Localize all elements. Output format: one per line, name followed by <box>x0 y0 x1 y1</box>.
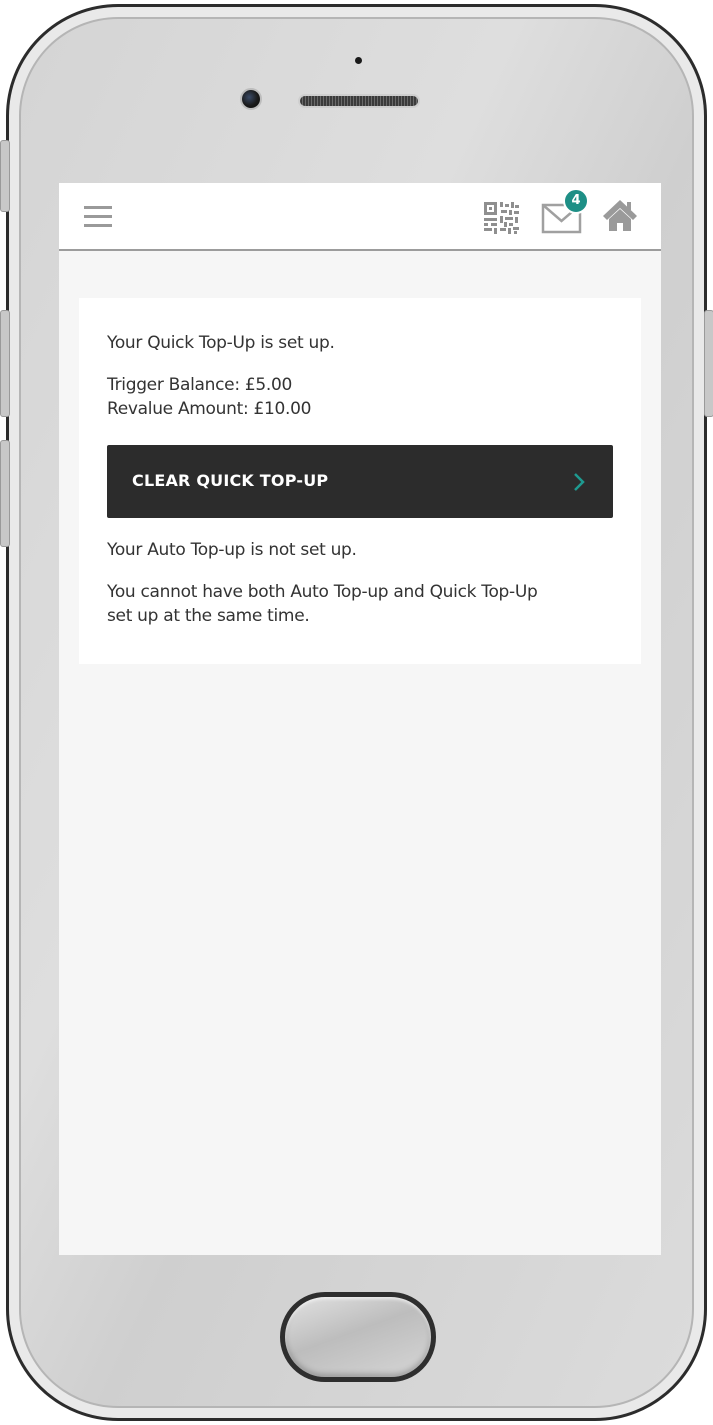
auto-topup-status-text: Your Auto Top-up is not set up. <box>107 540 357 560</box>
phone-home-button[interactable] <box>280 1292 436 1382</box>
home-icon[interactable] <box>602 197 638 233</box>
clear-quick-topup-button[interactable]: CLEAR QUICK TOP-UP <box>107 445 613 518</box>
topup-conflict-notice-line1: You cannot have both Auto Top-up and Qui… <box>107 582 538 602</box>
app-screen: 4 Your Quick Top-Up is set up. Trigger B… <box>59 183 661 1255</box>
side-button-volume-up <box>0 310 10 417</box>
hamburger-menu-icon[interactable] <box>84 206 112 228</box>
revalue-amount-text: Revalue Amount: £10.00 <box>107 399 312 419</box>
front-camera <box>240 88 262 110</box>
proximity-sensor <box>355 57 362 64</box>
side-button-mute <box>0 140 10 212</box>
side-button-volume-down <box>0 440 10 547</box>
quick-topup-status-text: Your Quick Top-Up is set up. <box>107 333 335 353</box>
chevron-right-icon <box>574 473 585 491</box>
trigger-balance-text: Trigger Balance: £5.00 <box>107 375 293 395</box>
side-button-power <box>704 310 713 417</box>
unread-messages-badge: 4 <box>563 188 589 214</box>
top-navigation-bar: 4 <box>59 183 661 251</box>
topup-settings-card: Your Quick Top-Up is set up. Trigger Bal… <box>79 298 641 664</box>
earpiece-speaker <box>298 94 420 108</box>
topup-conflict-notice-line2: set up at the same time. <box>107 606 310 626</box>
clear-quick-topup-label: CLEAR QUICK TOP-UP <box>132 471 329 490</box>
qr-code-icon[interactable] <box>483 201 521 235</box>
